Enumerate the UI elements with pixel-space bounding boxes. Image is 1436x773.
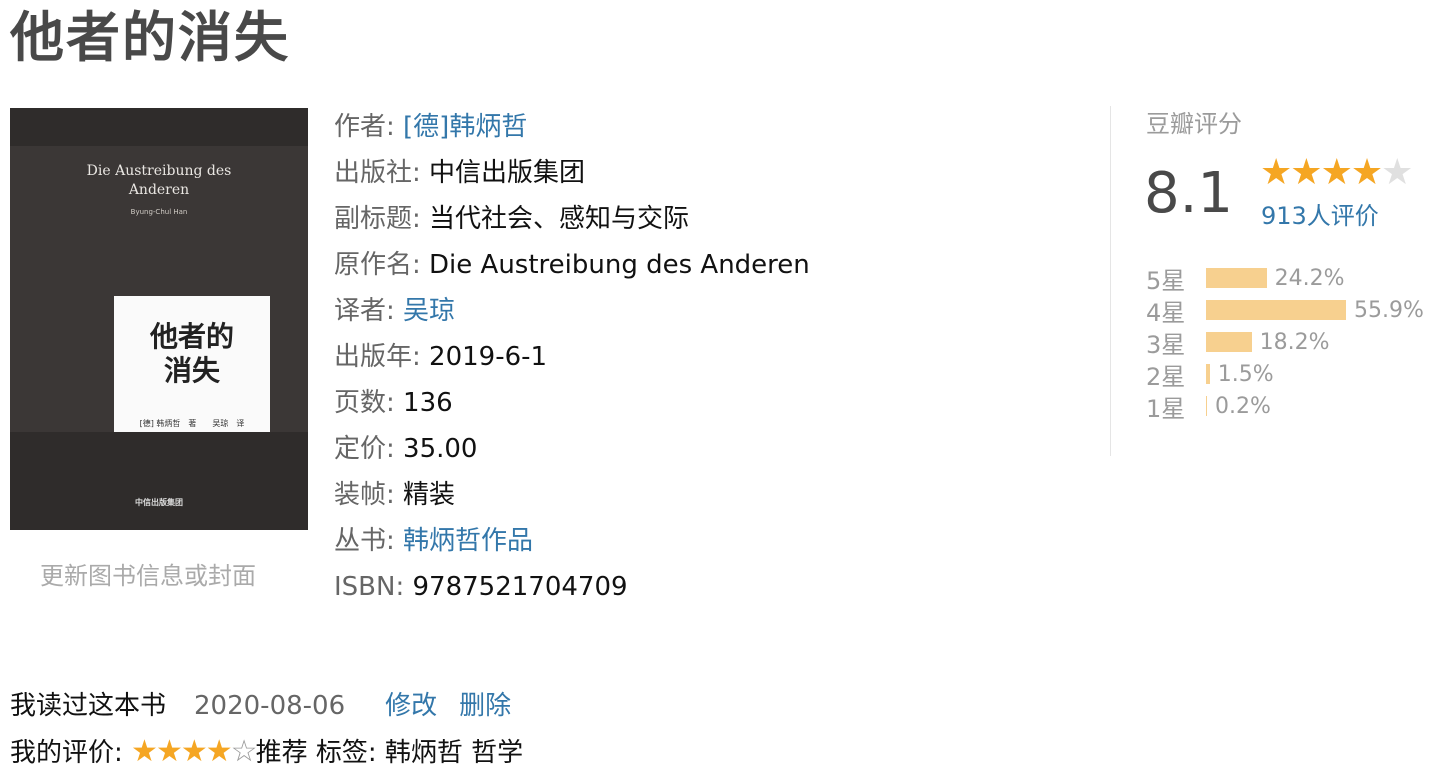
- delete-link[interactable]: 删除: [459, 691, 511, 721]
- info-value: 35.00: [394, 434, 478, 464]
- info-label: 译者:: [334, 296, 395, 326]
- edit-link[interactable]: 修改: [385, 691, 437, 721]
- info-label: 丛书:: [334, 526, 395, 556]
- cover-cn-title: 他者的 消失: [114, 320, 270, 388]
- cover-cn-title-line2: 消失: [163, 354, 220, 387]
- info-row: 装帧: 精装: [334, 472, 810, 518]
- info-row: 页数: 136: [334, 380, 810, 426]
- info-value: 精装: [394, 480, 456, 510]
- info-value-link[interactable]: 韩炳哲作品: [395, 526, 533, 556]
- info-label: 作者:: [334, 112, 395, 142]
- distribution-row: 2星 1.5%: [1146, 358, 1424, 391]
- star-icon: ★: [1350, 152, 1383, 193]
- my-rating-stars[interactable]: ★★★★☆: [131, 734, 258, 769]
- distribution-label: 4星: [1146, 298, 1186, 327]
- distribution-bar: [1206, 396, 1207, 416]
- distribution-bar: [1206, 332, 1252, 352]
- info-row: ISBN: 9787521704709: [334, 564, 810, 610]
- my-tags-label: 标签:: [315, 738, 377, 768]
- info-label: 原作名:: [334, 250, 421, 280]
- star-icon[interactable]: ★: [156, 734, 183, 769]
- cover-en-title-line2: Anderen: [128, 182, 190, 198]
- distribution-label: 1星: [1146, 394, 1186, 423]
- info-value: Die Austreibung des Anderen: [420, 250, 810, 280]
- star-icon: ★: [1320, 152, 1353, 193]
- distribution-bar: [1206, 300, 1346, 320]
- rating-score: 8.1: [1144, 161, 1234, 226]
- my-rating-recommend: 推荐: [255, 738, 308, 768]
- distribution-percent: 55.9%: [1354, 297, 1424, 323]
- rating-count-link[interactable]: 913人评价: [1261, 196, 1379, 231]
- book-cover[interactable]: Die Austreibung des Anderen Byung-Chul H…: [10, 108, 308, 530]
- distribution-row: 4星 55.9%: [1146, 294, 1424, 327]
- distribution-percent: 1.5%: [1217, 361, 1274, 387]
- distribution-bar: [1206, 268, 1267, 288]
- read-date: 2020-08-06: [194, 691, 346, 721]
- my-rating-line: 我的评价: ★★★★☆推荐 标签: 韩炳哲 哲学: [10, 732, 523, 773]
- star-icon[interactable]: ☆: [231, 734, 258, 769]
- info-row: 译者: 吴琼: [334, 288, 810, 334]
- rating-stars: ★★★★★: [1260, 150, 1413, 196]
- star-icon: ★: [1260, 152, 1292, 193]
- info-label: 副标题:: [334, 204, 421, 234]
- info-label: 定价:: [334, 434, 395, 464]
- cover-bottom-band: 中信出版集团: [10, 432, 308, 530]
- cover-top-band: [10, 108, 308, 146]
- cover-cn-meta: [德] 韩炳哲 著 吴琼 译: [139, 419, 245, 428]
- info-value: 136: [394, 388, 453, 418]
- info-label: 装帧:: [334, 480, 395, 510]
- info-value-link[interactable]: [德]韩炳哲: [395, 112, 527, 142]
- my-tags[interactable]: 韩炳哲 哲学: [385, 738, 523, 768]
- rating-distribution: 5星 24.2% 4星 55.9% 3星 18.2% 2星 1.5% 1星 0.2%: [1146, 262, 1424, 423]
- distribution-label: 3星: [1146, 330, 1186, 359]
- read-status-text: 我读过这本书: [10, 691, 167, 721]
- update-book-info-link[interactable]: 更新图书信息或封面: [40, 556, 256, 591]
- info-row: 出版年: 2019-6-1: [334, 334, 810, 380]
- cover-cn-title-line1: 他者的: [149, 320, 234, 353]
- cover-en-title-line1: Die Austreibung des: [86, 163, 232, 179]
- distribution-row: 1星 0.2%: [1146, 390, 1424, 423]
- my-read-status: 我读过这本书 2020-08-06 修改 删除: [10, 686, 511, 726]
- distribution-percent: 24.2%: [1274, 265, 1345, 291]
- star-icon[interactable]: ★: [181, 734, 208, 769]
- info-row: 出版社: 中信出版集团: [334, 150, 810, 196]
- cover-publisher: 中信出版集团: [135, 498, 183, 507]
- info-value-link[interactable]: 吴琼: [395, 296, 455, 326]
- distribution-label: 5星: [1146, 266, 1186, 295]
- star-icon: ★: [1290, 152, 1322, 193]
- distribution-percent: 0.2%: [1215, 393, 1271, 419]
- info-label: ISBN:: [334, 572, 405, 602]
- book-title: 他者的消失: [10, 6, 290, 69]
- cover-title-box: 他者的 消失 [德] 韩炳哲 著 吴琼 译: [114, 296, 270, 450]
- info-row: 作者: [德]韩炳哲: [334, 104, 810, 150]
- info-row: 丛书: 韩炳哲作品: [334, 518, 810, 564]
- cover-en-author: Byung-Chul Han: [130, 208, 188, 216]
- info-row: 定价: 35.00: [334, 426, 810, 472]
- distribution-bar: [1206, 364, 1210, 384]
- my-rating-label: 我的评价:: [10, 738, 123, 768]
- star-icon: ★: [1381, 152, 1413, 193]
- info-value: 中信出版集团: [420, 158, 586, 188]
- info-label: 出版社:: [334, 158, 421, 188]
- info-value: 当代社会、感知与交际: [420, 204, 690, 234]
- info-label: 页数:: [334, 388, 395, 418]
- cover-en-title: Die Austreibung des Anderen: [10, 162, 308, 200]
- star-icon[interactable]: ★: [206, 734, 233, 769]
- star-icon[interactable]: ★: [131, 734, 158, 769]
- info-label: 出版年:: [334, 342, 421, 372]
- info-value: 9787521704709: [404, 572, 628, 602]
- rating-heading: 豆瓣评分: [1146, 110, 1242, 138]
- distribution-row: 5星 24.2%: [1146, 262, 1424, 295]
- distribution-percent: 18.2%: [1259, 329, 1330, 355]
- vertical-divider: [1110, 106, 1111, 456]
- book-info: 作者: [德]韩炳哲 出版社: 中信出版集团 副标题: 当代社会、感知与交际 原作名:…: [334, 104, 810, 610]
- info-row: 原作名: Die Austreibung des Anderen: [334, 242, 810, 288]
- distribution-row: 3星 18.2%: [1146, 326, 1424, 359]
- info-row: 副标题: 当代社会、感知与交际: [334, 196, 810, 242]
- info-value: 2019-6-1: [420, 342, 548, 372]
- distribution-label: 2星: [1146, 362, 1186, 391]
